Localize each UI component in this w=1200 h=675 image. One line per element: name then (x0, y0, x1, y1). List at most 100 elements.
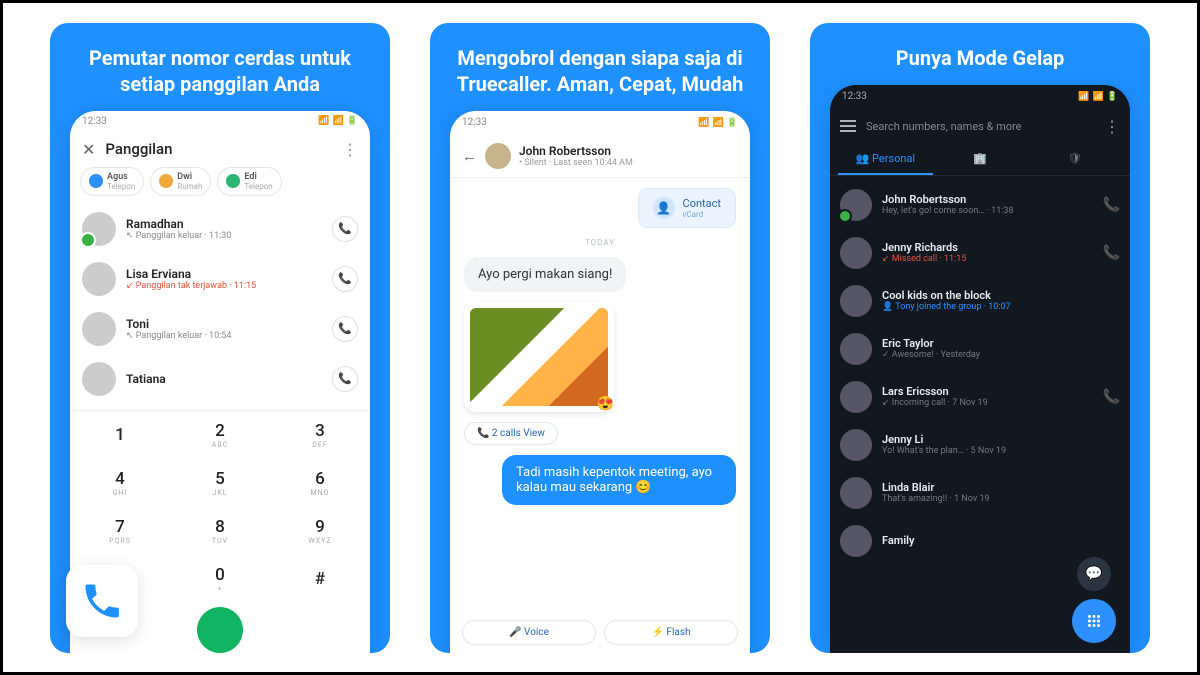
conversation-row[interactable]: Jenny LiYo! What's the plan… · 5 Nov 19 (840, 422, 1120, 468)
dialpad-key[interactable]: 8TUV (170, 507, 270, 555)
avatar (840, 189, 872, 221)
clock: 12:33 (462, 117, 487, 128)
suggestion-chip[interactable]: DwiRumah (150, 167, 211, 196)
chat-action-row: 🎤 Voice ⚡ Flash (450, 612, 750, 653)
image-attachment[interactable] (464, 302, 614, 412)
dialpad-key[interactable]: 4GHI (70, 459, 170, 507)
suggestion-chip[interactable]: AgusTelepon (80, 167, 144, 196)
chat-header[interactable]: ← John Robertsson • Silent · Last seen 1… (450, 135, 750, 178)
dialpad-key[interactable]: 9WXYZ (270, 507, 370, 555)
call-log-list: Ramadhan↖ Panggilan keluar · 11:30📞Lisa … (70, 204, 370, 404)
contact-icon: 👤 (653, 197, 675, 219)
dial-button[interactable] (197, 607, 243, 653)
tab-business[interactable]: 🏢 (933, 144, 1028, 175)
call-icon[interactable]: 📞 (332, 316, 358, 342)
call-icon[interactable]: 📞 (332, 366, 358, 392)
close-icon[interactable]: ✕ (82, 140, 95, 159)
call-log-row[interactable]: Tatiana📞 (82, 354, 358, 404)
chat-contact-name: John Robertsson (519, 144, 633, 158)
avatar (82, 362, 116, 396)
dark-header: Search numbers, names & more ⋮ (830, 109, 1130, 144)
avatar (82, 212, 116, 246)
app-icon (66, 565, 138, 637)
conversation-row[interactable]: Eric Taylor✓ Awesome! · Yesterday (840, 326, 1120, 372)
panel-headline: Pemutar nomor cerdas untuk setiap panggi… (50, 23, 390, 111)
status-bar: 12:33 📶📶🔋 (70, 111, 370, 132)
dialer-header: ✕ Panggilan ⋮ (70, 132, 370, 167)
avatar (82, 262, 116, 296)
more-icon[interactable]: ⋮ (342, 140, 358, 159)
call-log-row[interactable]: Lisa Erviana↙ Panggilan tak terjawab · 1… (82, 254, 358, 304)
outgoing-message[interactable]: Tadi masih kepentok meeting, ayo kalau m… (502, 455, 736, 505)
dialpad-key[interactable]: 2ABC (170, 411, 270, 459)
chat-thread: 👤 Contact vCard TODAY Ayo pergi makan si… (450, 178, 750, 612)
compose-message-button[interactable]: 💬 (1077, 557, 1111, 591)
incoming-message[interactable]: Ayo pergi makan siang! (464, 257, 626, 292)
search-input[interactable]: Search numbers, names & more (866, 120, 1094, 133)
suggestion-chip[interactable]: EdiTelepon (217, 167, 281, 196)
call-log-row[interactable]: Ramadhan↖ Panggilan keluar · 11:30📞 (82, 204, 358, 254)
status-bar: 12:33 📶📶🔋 (450, 111, 750, 135)
conversation-row[interactable]: John RobertssonHey, let's go! come soon…… (840, 182, 1120, 228)
panel-headline: Mengobrol dengan siapa saja di Truecalle… (430, 23, 770, 111)
avatar[interactable] (485, 143, 511, 169)
status-icons: 📶📶🔋 (698, 118, 738, 128)
dialpad-key[interactable]: 3DEF (270, 411, 370, 459)
conversation-row[interactable]: Lars Ericsson↙ Incoming call · 7 Nov 19📞 (840, 374, 1120, 420)
panel-chat: Mengobrol dengan siapa saja di Truecalle… (430, 23, 770, 653)
conversation-row[interactable]: Linda BlairThat's amazing!! · 1 Nov 19 (840, 470, 1120, 516)
avatar (840, 477, 872, 509)
contact-card-sub: vCard (683, 210, 721, 219)
suggestion-chips: AgusTeleponDwiRumahEdiTelepon (70, 167, 370, 204)
dialpad-key[interactable]: 7PQRS (70, 507, 170, 555)
avatar (840, 429, 872, 461)
avatar (840, 237, 872, 269)
call-icon[interactable]: 📞 (332, 216, 358, 242)
call-summary-chip[interactable]: 📞 2 calls View (464, 422, 558, 445)
clock: 12:33 (82, 116, 107, 127)
panel-dark-mode: Punya Mode Gelap 12:33 📶📶🔋 Search number… (810, 23, 1150, 653)
phone-icon[interactable]: 📞 (1103, 389, 1120, 405)
avatar (840, 381, 872, 413)
phone-light-chat: 12:33 📶📶🔋 ← John Robertsson • Silent · L… (450, 111, 750, 653)
more-icon[interactable]: ⋮ (1104, 117, 1120, 136)
voice-button[interactable]: 🎤 Voice (462, 620, 596, 645)
dialer-title: Panggilan (105, 140, 332, 158)
clock: 12:33 (842, 91, 867, 102)
phone-icon (80, 579, 124, 623)
day-separator: TODAY (585, 238, 615, 247)
call-log-row[interactable]: Toni↖ Panggilan keluar · 10:54📞 (82, 304, 358, 354)
chat-contact-status: • Silent · Last seen 10:44 AM (519, 158, 633, 168)
back-icon[interactable]: ← (462, 147, 477, 165)
fab-stack: 💬 (1072, 557, 1116, 643)
call-icon[interactable]: 📞 (332, 266, 358, 292)
tabs: 👥 Personal 🏢 🛡 (830, 144, 1130, 176)
avatar (840, 525, 872, 557)
dialpad-fab[interactable] (1072, 599, 1116, 643)
menu-icon[interactable] (840, 120, 856, 132)
phone-icon[interactable]: 📞 (1103, 245, 1120, 261)
conversation-row[interactable]: Cool kids on the block👤 Tony joined the … (840, 278, 1120, 324)
avatar (82, 312, 116, 346)
phone-dark: 12:33 📶📶🔋 Search numbers, names & more ⋮… (830, 85, 1130, 653)
contact-card-bubble[interactable]: 👤 Contact vCard (638, 188, 736, 228)
status-bar: 12:33 📶📶🔋 (830, 85, 1130, 109)
phone-icon[interactable]: 📞 (1103, 197, 1120, 213)
dialpad-key[interactable]: 5JKL (170, 459, 270, 507)
dialpad-key[interactable]: 6MNO (270, 459, 370, 507)
dialpad-key[interactable]: # (270, 555, 370, 603)
conversation-row[interactable]: Jenny Richards↙ Missed call · 11:15📞 (840, 230, 1120, 276)
dialpad-key[interactable]: 0+ (170, 555, 270, 603)
contact-card-title: Contact (683, 197, 721, 210)
avatar (840, 285, 872, 317)
panel-headline: Punya Mode Gelap (878, 23, 1082, 85)
status-icons: 📶📶🔋 (1078, 92, 1118, 102)
tab-personal[interactable]: 👥 Personal (838, 144, 933, 175)
panel-dialer: Pemutar nomor cerdas untuk setiap panggi… (50, 23, 390, 653)
app-store-screenshots: Pemutar nomor cerdas untuk setiap panggi… (0, 0, 1200, 675)
status-icons: 📶📶🔋 (318, 116, 358, 126)
dialpad-key[interactable]: 1 (70, 411, 170, 459)
flash-button[interactable]: ⚡ Flash (604, 620, 738, 645)
avatar (840, 333, 872, 365)
tab-spam[interactable]: 🛡 (1027, 144, 1122, 175)
